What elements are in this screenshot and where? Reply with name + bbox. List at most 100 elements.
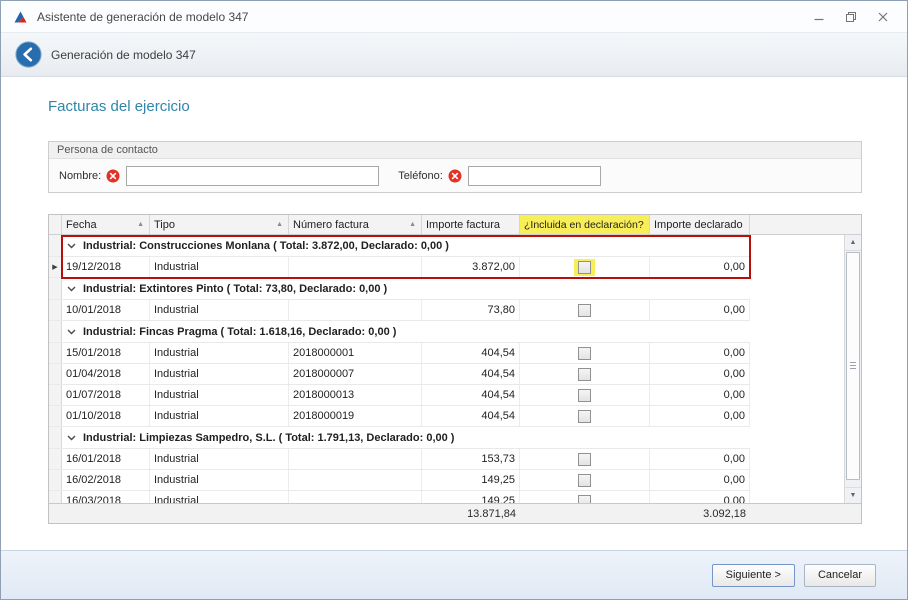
invoice-row[interactable]: 10/01/2018 Industrial 73,80 0,00 [49, 300, 750, 321]
group-header-row[interactable]: Industrial: Fincas Pragma ( Total: 1.618… [49, 321, 750, 343]
contact-fields: Nombre: Teléfono: [49, 159, 861, 192]
scrollbar-grip-icon [850, 362, 856, 369]
cell-fecha: 15/01/2018 [62, 343, 150, 363]
cell-importe-declarado: 0,00 [650, 406, 750, 426]
cell-fecha: 19/12/2018 [62, 257, 150, 277]
cell-incluida [520, 449, 650, 469]
close-icon[interactable] [876, 10, 889, 23]
column-header-incluida[interactable]: ¿Incluida en declaración? [520, 215, 650, 234]
cell-tipo: Industrial [150, 343, 289, 363]
cell-incluida [520, 300, 650, 320]
cell-tipo: Industrial [150, 470, 289, 490]
invoice-row[interactable]: 01/04/2018 Industrial 2018000007 404,54 … [49, 364, 750, 385]
cell-incluida [520, 491, 650, 503]
cell-importe-declarado: 0,00 [650, 449, 750, 469]
incluida-checkbox[interactable] [578, 304, 591, 317]
chevron-down-icon [67, 435, 76, 441]
scrollbar-thumb[interactable] [846, 252, 860, 480]
cell-importe-factura: 153,73 [422, 449, 520, 469]
cell-incluida [520, 385, 650, 405]
grid-summary-row: 13.871,84 3.092,18 [49, 503, 861, 523]
nombre-input[interactable] [126, 166, 379, 186]
group-header-row[interactable]: Industrial: Limpiezas Sampedro, S.L. ( T… [49, 427, 750, 449]
cell-numero-factura [289, 449, 422, 469]
telefono-input[interactable] [468, 166, 601, 186]
minimize-icon[interactable] [812, 10, 825, 23]
total-importe-factura: 13.871,84 [422, 508, 520, 520]
cell-importe-factura: 149,25 [422, 491, 520, 503]
cell-fecha: 16/01/2018 [62, 449, 150, 469]
cell-numero-factura [289, 300, 422, 320]
invoice-row[interactable]: 15/01/2018 Industrial 2018000001 404,54 … [49, 343, 750, 364]
incluida-checkbox[interactable] [578, 410, 591, 423]
header-title: Generación de modelo 347 [51, 48, 196, 62]
incluida-checkbox[interactable] [578, 347, 591, 360]
grid-rows: Industrial: Construcciones Monlana ( Tot… [49, 235, 844, 503]
cell-importe-declarado: 0,00 [650, 343, 750, 363]
row-indicator: ▶ [49, 257, 62, 277]
invoice-row[interactable]: 01/10/2018 Industrial 2018000019 404,54 … [49, 406, 750, 427]
row-indicator [49, 385, 62, 405]
cancel-button[interactable]: Cancelar [804, 564, 876, 587]
incluida-checkbox[interactable] [578, 389, 591, 402]
invoice-row[interactable]: ▶ 19/12/2018 Industrial 3.872,00 0,00 [49, 257, 750, 278]
row-indicator [49, 364, 62, 384]
cell-incluida [520, 364, 650, 384]
row-indicator [49, 343, 62, 363]
incluida-checkbox[interactable] [578, 261, 591, 274]
row-indicator [49, 278, 62, 299]
group-header-row[interactable]: Industrial: Extintores Pinto ( Total: 73… [49, 278, 750, 300]
next-button[interactable]: Siguiente > [712, 564, 795, 587]
scroll-up-icon[interactable]: ▲ [845, 235, 861, 251]
invoice-row[interactable]: 16/01/2018 Industrial 153,73 0,00 [49, 449, 750, 470]
cell-numero-factura: 2018000001 [289, 343, 422, 363]
column-header-importe-declarado[interactable]: Importe declarado [650, 215, 750, 234]
app-logo-icon [13, 9, 29, 25]
cell-numero-factura: 2018000007 [289, 364, 422, 384]
cell-importe-factura: 73,80 [422, 300, 520, 320]
back-button[interactable] [15, 41, 42, 68]
row-indicator [49, 406, 62, 426]
cell-fecha: 01/10/2018 [62, 406, 150, 426]
page-title: Facturas del ejercicio [48, 98, 190, 115]
invoice-row[interactable]: 16/03/2018 Industrial 149,25 0,00 [49, 491, 750, 503]
cell-fecha: 10/01/2018 [62, 300, 150, 320]
invoice-row[interactable]: 16/02/2018 Industrial 149,25 0,00 [49, 470, 750, 491]
cell-importe-factura: 404,54 [422, 343, 520, 363]
column-header-importe-factura[interactable]: Importe factura [422, 215, 520, 234]
cell-tipo: Industrial [150, 491, 289, 503]
grid-body: Industrial: Construcciones Monlana ( Tot… [49, 235, 861, 503]
invoices-grid: Fecha ▲ Tipo ▲ Número factura ▲ Importe … [48, 214, 862, 524]
cell-fecha: 01/07/2018 [62, 385, 150, 405]
incluida-checkbox[interactable] [578, 495, 591, 504]
group-label: Industrial: Fincas Pragma ( Total: 1.618… [62, 321, 396, 342]
cell-importe-factura: 404,54 [422, 364, 520, 384]
column-header-tipo[interactable]: Tipo ▲ [150, 215, 289, 234]
scroll-down-icon[interactable]: ▼ [845, 487, 861, 503]
vertical-scrollbar[interactable]: ▲ ▼ [844, 235, 861, 503]
cell-numero-factura [289, 470, 422, 490]
column-header-fecha[interactable]: Fecha ▲ [62, 215, 150, 234]
cell-tipo: Industrial [150, 385, 289, 405]
incluida-checkbox[interactable] [578, 474, 591, 487]
incluida-checkbox[interactable] [578, 453, 591, 466]
restore-icon[interactable] [844, 10, 857, 23]
cell-numero-factura [289, 257, 422, 277]
cell-incluida [520, 257, 650, 277]
incluida-checkbox[interactable] [578, 368, 591, 381]
cell-importe-declarado: 0,00 [650, 385, 750, 405]
contact-groupbox: Persona de contacto Nombre: Teléfono: [48, 141, 862, 193]
invoice-row[interactable]: 01/07/2018 Industrial 2018000013 404,54 … [49, 385, 750, 406]
cell-fecha: 16/02/2018 [62, 470, 150, 490]
wizard-header: Generación de modelo 347 [1, 33, 907, 77]
window-title: Asistente de generación de modelo 347 [37, 10, 248, 24]
cell-incluida [520, 406, 650, 426]
group-header-row[interactable]: Industrial: Construcciones Monlana ( Tot… [49, 235, 750, 257]
cell-tipo: Industrial [150, 300, 289, 320]
row-indicator [49, 235, 62, 256]
column-header-numero-factura[interactable]: Número factura ▲ [289, 215, 422, 234]
chevron-down-icon [67, 329, 76, 335]
cell-tipo: Industrial [150, 257, 289, 277]
cell-fecha: 01/04/2018 [62, 364, 150, 384]
row-indicator [49, 321, 62, 342]
